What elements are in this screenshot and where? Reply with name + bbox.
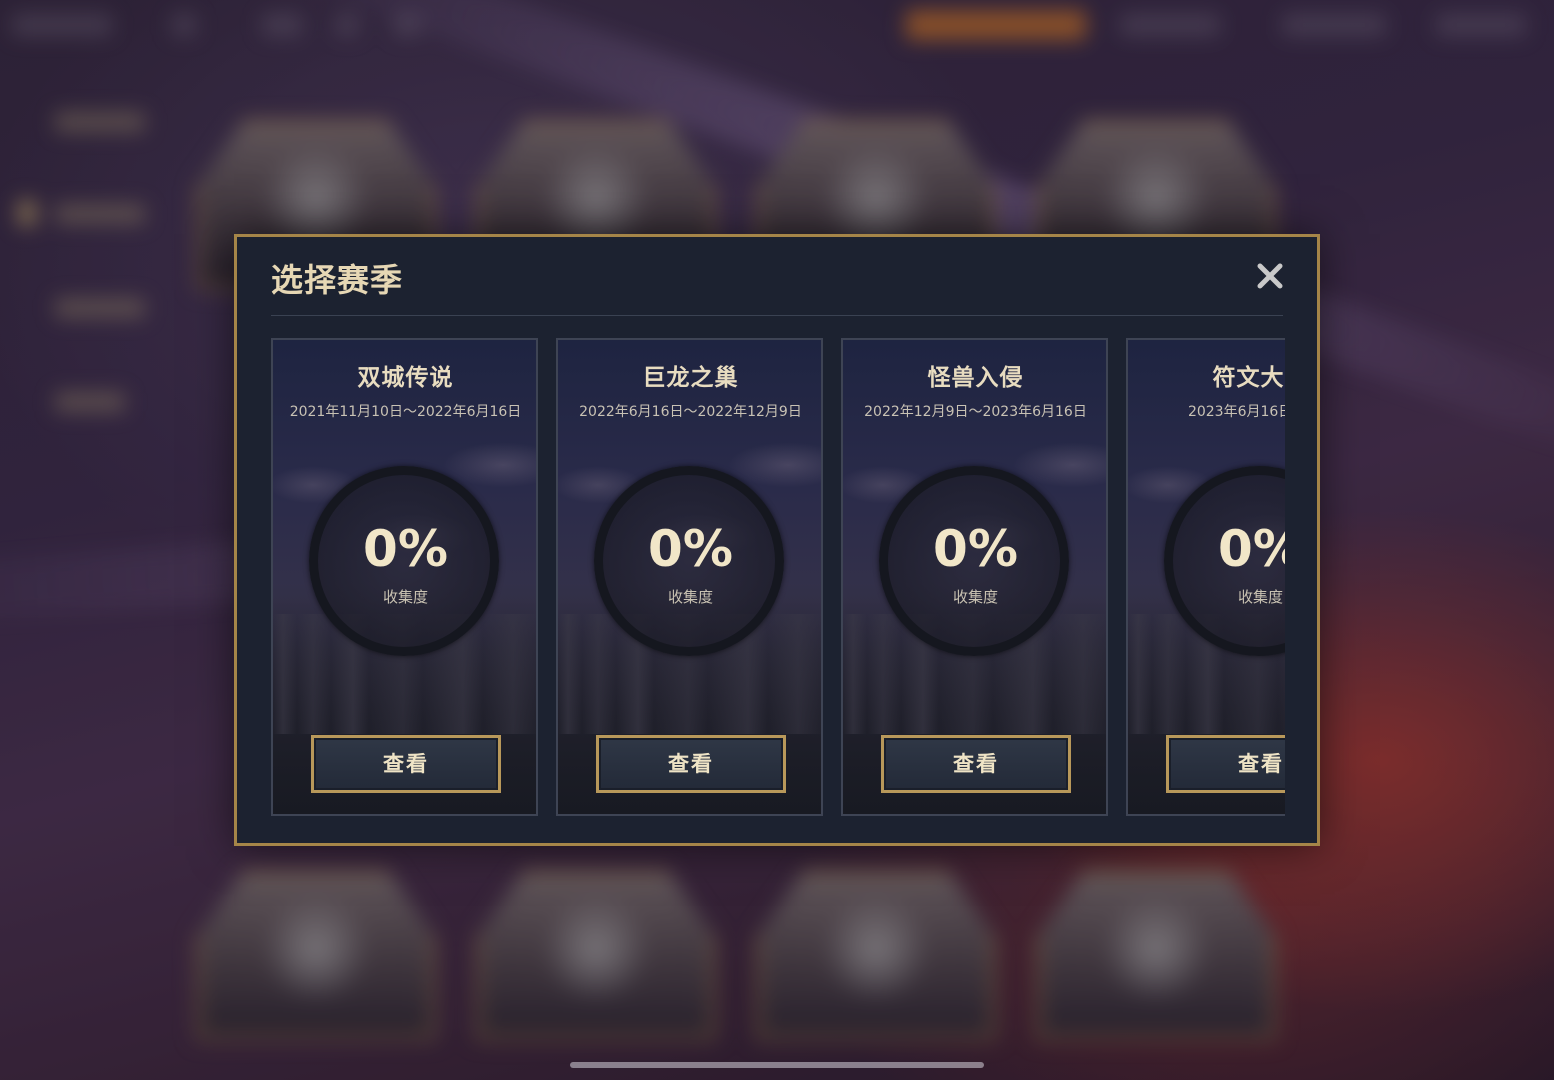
collection-label: 收集度: [952, 588, 998, 606]
season-name: 巨龙之巢: [642, 365, 739, 391]
dialog-title: 选择赛季: [271, 261, 404, 299]
season-card[interactable]: 符文大陆 2023年6月16日～202 0% 收集度 查看: [1126, 338, 1285, 816]
season-dates: 2021年11月10日～2022年6月16日: [289, 404, 522, 420]
close-button[interactable]: [1253, 259, 1287, 293]
collection-percent: 0%: [648, 520, 733, 578]
season-name: 符文大陆: [1212, 365, 1286, 391]
season-select-dialog: 选择赛季 双城传说 2021年11月10日～2022年6月16日 0% 收集度 …: [234, 234, 1320, 846]
view-button[interactable]: 查看: [311, 735, 501, 793]
collection-label: 收集度: [382, 588, 428, 606]
title-divider: [271, 315, 1283, 316]
season-card-list[interactable]: 双城传说 2021年11月10日～2022年6月16日 0% 收集度 查看 巨龙…: [271, 338, 1285, 818]
season-name: 怪兽入侵: [927, 365, 1024, 391]
season-card[interactable]: 怪兽入侵 2022年12月9日～2023年6月16日 0% 收集度 查看: [841, 338, 1108, 816]
season-name: 双城传说: [357, 365, 454, 391]
collection-label: 收集度: [667, 588, 713, 606]
season-dates: 2022年6月16日～2022年12月9日: [579, 404, 802, 420]
view-button[interactable]: 查看: [1166, 735, 1285, 793]
season-dates: 2022年12月9日～2023年6月16日: [864, 404, 1087, 420]
view-button[interactable]: 查看: [596, 735, 786, 793]
season-card[interactable]: 巨龙之巢 2022年6月16日～2022年12月9日 0% 收集度 查看: [556, 338, 823, 816]
collection-percent: 0%: [363, 520, 448, 578]
home-indicator[interactable]: [570, 1062, 984, 1068]
collection-label: 收集度: [1237, 588, 1283, 606]
season-card[interactable]: 双城传说 2021年11月10日～2022年6月16日 0% 收集度 查看: [271, 338, 538, 816]
view-button[interactable]: 查看: [881, 735, 1071, 793]
season-dates: 2023年6月16日～202: [1187, 404, 1285, 420]
close-icon: [1257, 263, 1283, 289]
collection-percent: 0%: [933, 520, 1018, 578]
collection-percent: 0%: [1218, 520, 1285, 578]
